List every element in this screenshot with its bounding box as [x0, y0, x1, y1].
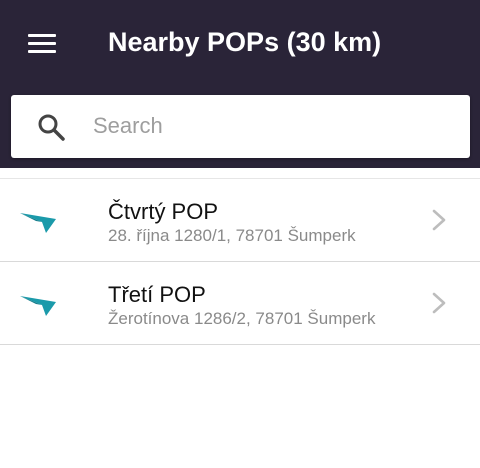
chevron-right-icon: [432, 292, 446, 314]
menu-icon: [28, 42, 56, 45]
pop-list: Čtvrtý POP 28. října 1280/1, 78701 Šumpe…: [0, 178, 480, 345]
search-icon: [38, 114, 65, 141]
menu-button[interactable]: [20, 26, 64, 60]
list-item-address: Žerotínova 1286/2, 78701 Šumperk: [108, 309, 376, 328]
list-item-title: Čtvrtý POP: [108, 199, 219, 224]
search-input[interactable]: [91, 107, 455, 145]
pop-marker-icon: [20, 296, 56, 316]
list-item[interactable]: Třetí POP Žerotínova 1286/2, 78701 Šumpe…: [0, 262, 480, 345]
list-item-address: 28. října 1280/1, 78701 Šumperk: [108, 226, 356, 245]
list-item[interactable]: Čtvrtý POP 28. října 1280/1, 78701 Šumpe…: [0, 178, 480, 262]
menu-icon: [28, 34, 56, 37]
menu-icon: [28, 50, 56, 53]
page-title: Nearby POPs (30 km): [108, 27, 382, 57]
app-header: Nearby POPs (30 km): [0, 0, 480, 168]
search-bar[interactable]: [11, 95, 470, 158]
list-item-title: Třetí POP: [108, 282, 206, 307]
app-screen: Nearby POPs (30 km) Čtvrtý POP 28. října…: [0, 0, 480, 468]
chevron-right-icon: [432, 209, 446, 231]
pop-marker-icon: [20, 213, 56, 233]
